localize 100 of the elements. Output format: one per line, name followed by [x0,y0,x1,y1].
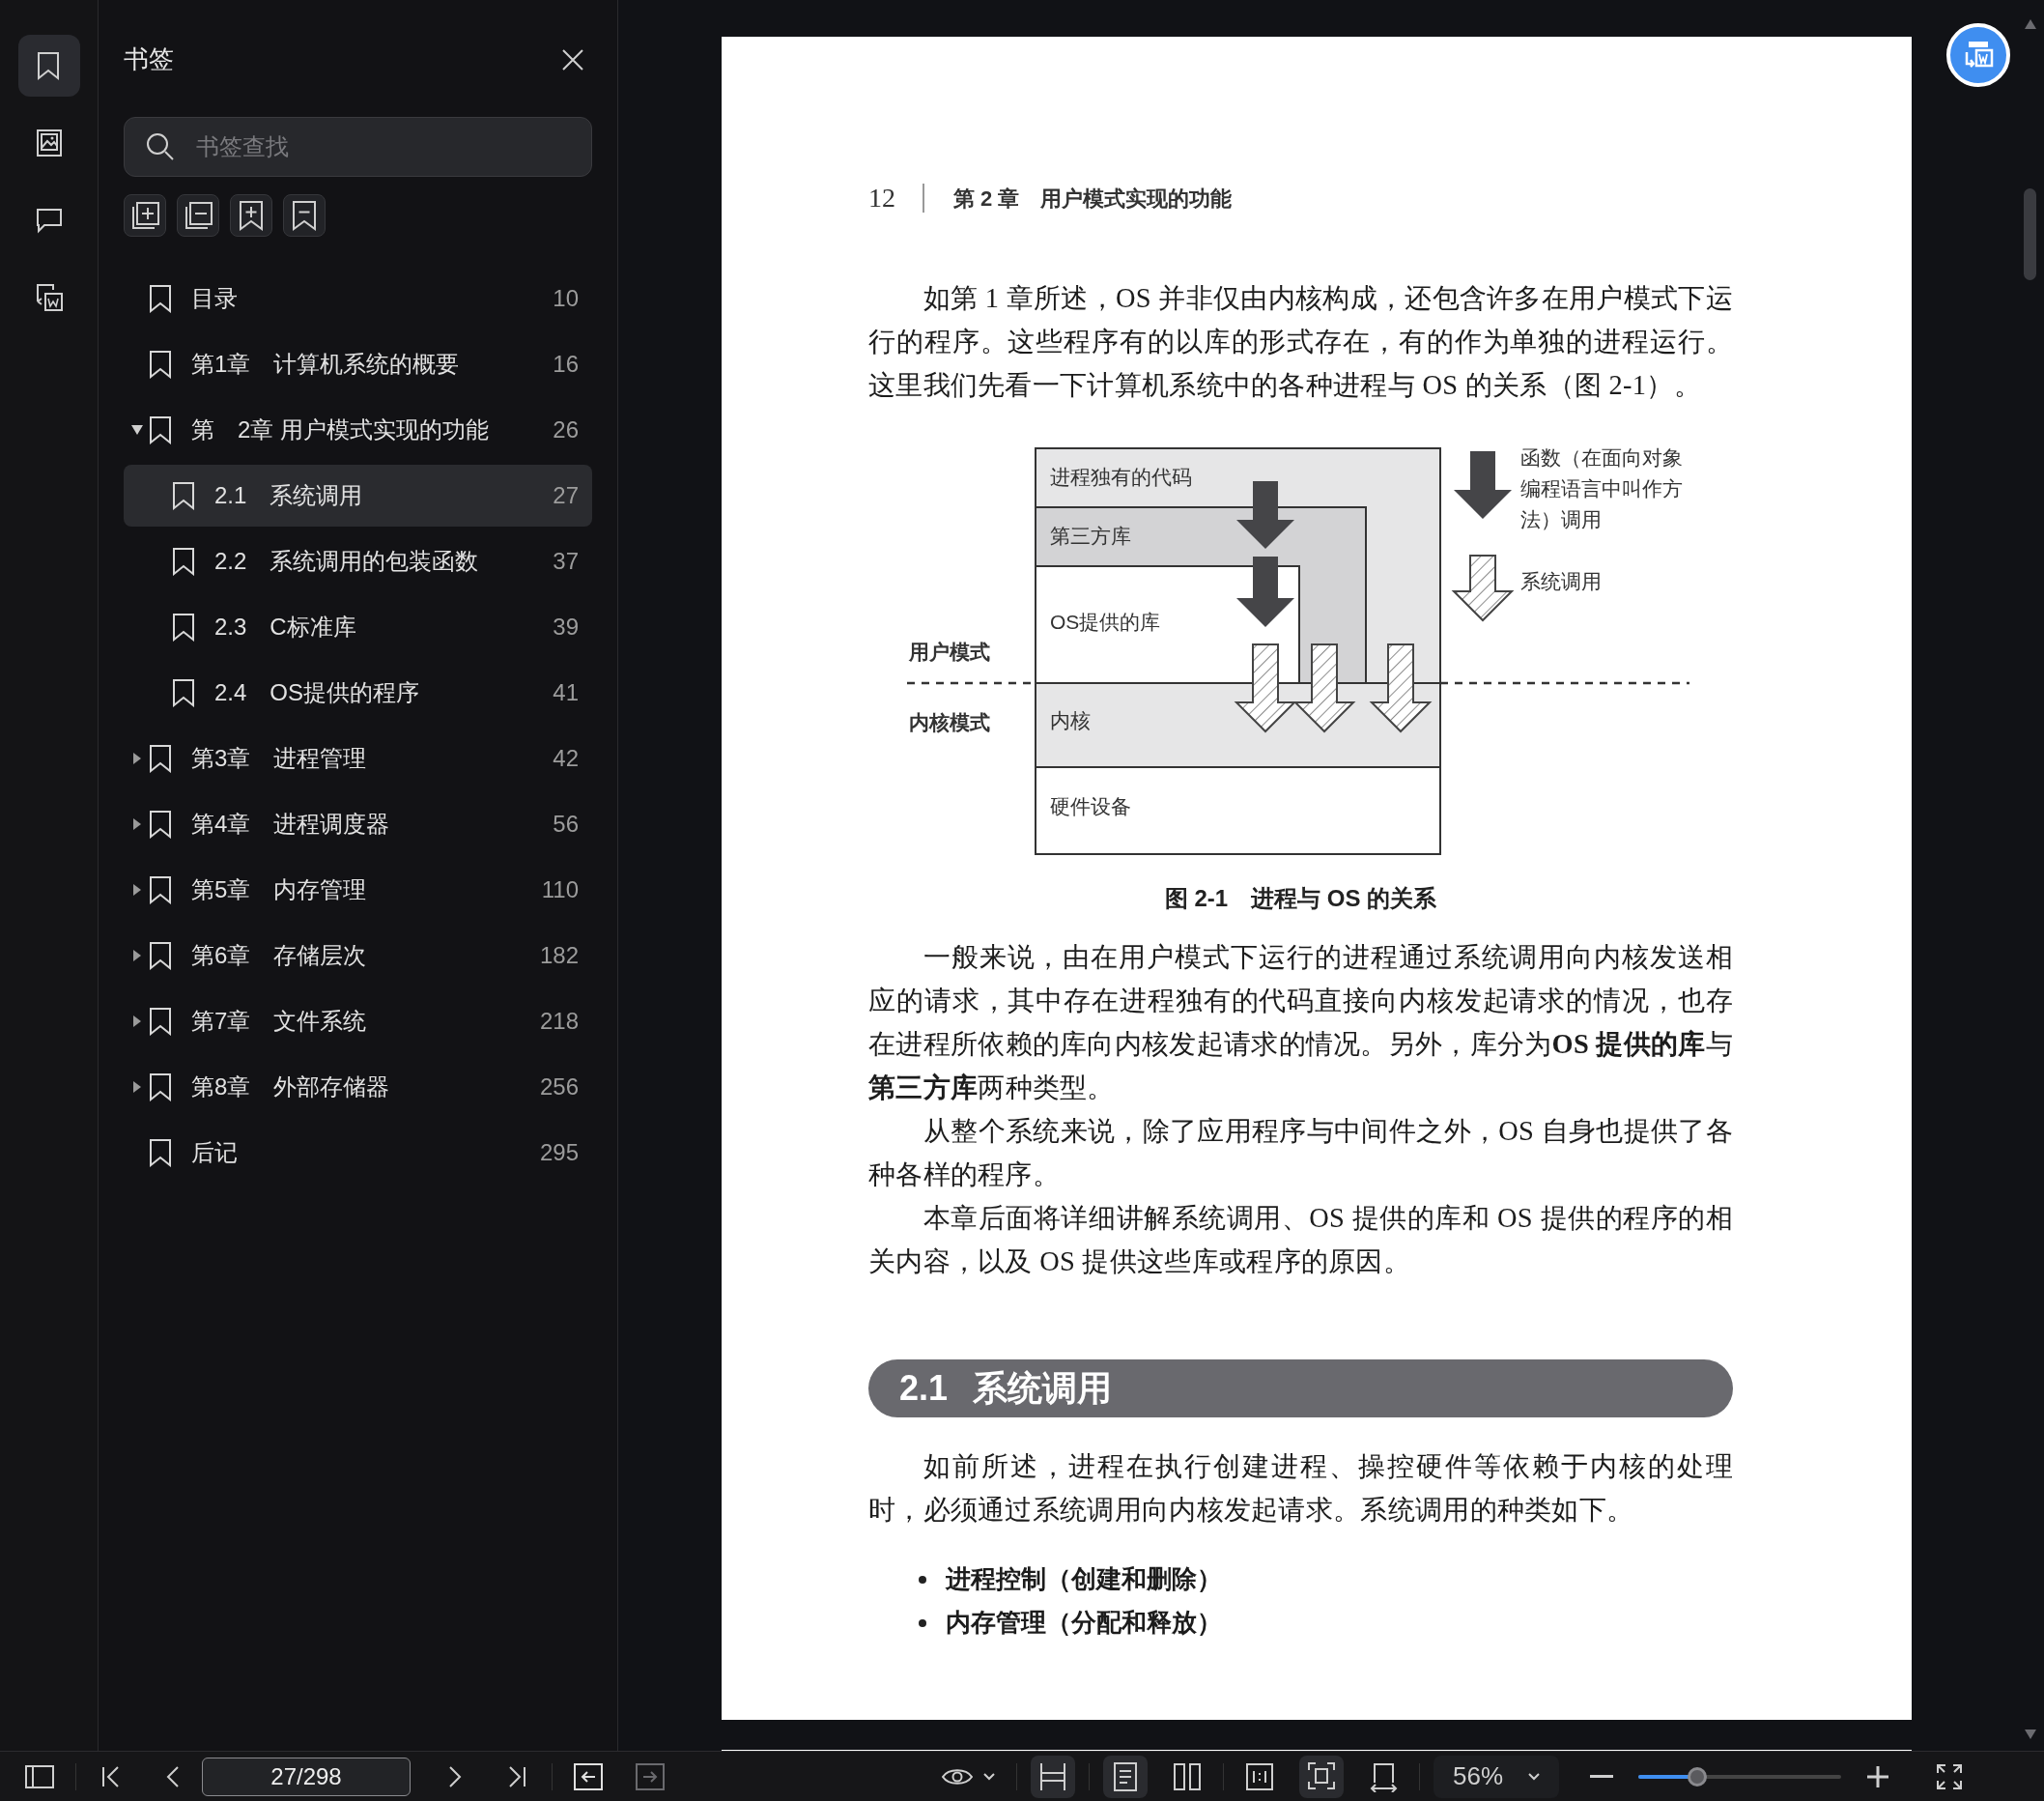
caret-right-icon[interactable] [133,753,141,764]
page-number: 110 [541,875,579,904]
bookmark-label: 后记 [191,1138,238,1167]
page-number: 42 [553,744,579,773]
bookmark-label: 第8章 外部存储器 [191,1072,390,1101]
layer-label: OS提供的库 [1050,610,1161,636]
bookmark-icon [149,415,172,444]
bookmark-item[interactable]: 第3章 进程管理 42 [124,728,592,789]
bookmark-icon [149,1072,172,1101]
bookmark-icon [149,1138,172,1167]
page-number: 10 [553,284,579,313]
bookmark-item[interactable]: 第1章 计算机系统的概要 16 [124,333,592,395]
back-icon [574,1762,603,1790]
function-call-arrow [1454,451,1512,519]
caret-down-icon[interactable] [131,425,143,435]
bookmark-item[interactable]: 第 2章 用户模式实现的功能 26 [124,399,592,461]
fullscreen-icon [1936,1762,1963,1790]
legend-label: 系统调用 [1520,569,1602,595]
bookmark-icon [172,678,195,707]
last-page-icon [507,1764,526,1788]
body-paragraph: 如第 1 章所述，OS 并非仅由内核构成，还包含许多在用户模式下运行的程序。这些程序有的以库的形式存在，有的作为单独的进程运行。这里我们先看一下计算机系统中的各种进程与 OS 的关系（图 2-1）。 [868,282,1733,402]
bookmark-item[interactable]: 第5章 内存管理 110 [124,859,592,921]
bookmark-icon [149,284,172,313]
layer-label: 第三方库 [1050,524,1131,550]
toolbar-button[interactable] [177,194,219,237]
body-paragraph: 从整个系统来说，除了应用程序与中间件之外，OS 自身也提供了各种各样的程序。 [868,1115,1733,1191]
bookmark-icon [172,613,195,642]
bookmark-item[interactable]: 第7章 文件系统 218 [124,990,592,1052]
bullet-item: 内存管理（分配和释放） [946,1607,1222,1639]
two-page-icon [1173,1760,1202,1792]
page-rotate-icon [1369,1760,1398,1792]
sidebar-icon [25,1764,54,1788]
scroll-down-icon[interactable] [2025,1730,2036,1739]
bookmark-item[interactable]: 2.3 C标准库 39 [124,596,592,658]
mode-label: 内核模式 [909,710,990,736]
bookmark-label: 2.4 OS提供的程序 [214,678,420,707]
toolbar-button[interactable] [230,194,272,237]
mode-label: 用户模式 [909,640,990,666]
search-icon [145,131,176,162]
minus-icon [1590,1774,1613,1779]
bookmark-item[interactable]: 第8章 外部存储器 256 [124,1056,592,1118]
bookmark-label: 第4章 进程调度器 [191,810,390,839]
system-call-arrow [1451,555,1515,622]
bullet-icon [919,1575,926,1584]
zoom-slider[interactable] [1638,1766,1841,1787]
bookmark-icon [149,810,172,839]
bookmark-item[interactable]: 第4章 进程调度器 56 [124,793,592,855]
bookmark-item[interactable]: 后记 295 [124,1122,592,1184]
page-number: 39 [553,613,579,642]
view-mode-button[interactable] [1299,1755,1344,1798]
section-title: 系统调用 [973,1367,1113,1410]
page-number: 37 [553,547,579,576]
chevron-left-icon [166,1764,180,1788]
actual-size-icon [1245,1760,1274,1792]
bookmark-icon [149,350,172,379]
single-page-icon [1111,1760,1140,1792]
bookmark-item[interactable]: 2.1 系统调用 27 [124,465,592,527]
page-number-field[interactable]: 27/298 [202,1757,411,1796]
caret-right-icon[interactable] [133,1015,141,1027]
page-number: 41 [553,678,579,707]
scroll-up-icon[interactable] [2025,19,2036,29]
page-number: 182 [539,941,579,970]
toolbar-button[interactable] [283,194,326,237]
sidebar-tab[interactable] [17,35,80,97]
caret-right-icon[interactable] [133,884,141,896]
view-mode-button[interactable] [1103,1755,1148,1798]
caret-right-icon[interactable] [133,818,141,830]
forward-icon [636,1762,665,1790]
bookmark-label: 第6章 存储层次 [191,941,367,970]
bullet-item: 进程控制（创建和删除） [946,1563,1222,1595]
zoom-dropdown[interactable]: 56% [1434,1755,1559,1798]
toolbar-button[interactable] [124,194,166,237]
caret-right-icon[interactable] [133,1081,141,1093]
document-convert-icon [34,282,64,313]
bullet-icon [919,1618,926,1627]
bookmark-icon [172,547,195,576]
fit-page-icon [1307,1760,1336,1792]
layer-label: 内核 [1050,708,1091,734]
bookmark-item[interactable]: 2.4 OS提供的程序 41 [124,662,592,724]
caret-right-icon[interactable] [133,950,141,961]
bookmark-icon [149,941,172,970]
figure-caption: 图 2-1 进程与 OS 的关系 [1164,884,1437,913]
function-call-arrow [1236,481,1294,549]
bookmark-label: 2.2 系统调用的包装函数 [214,547,479,576]
layer-label: 进程独有的代码 [1050,465,1192,491]
body-paragraph: 一般来说，由在用户模式下运行的进程通过系统调用向内核发送相应的请求，其中存在进程独有的代码直接向内核发起请求的情况，也存在进程所依赖的库向内核发起请求的情况。另外，库分为OS 提供的库与第三方库两种类型。 [868,941,1733,1104]
bookmark-item[interactable]: 第6章 存储层次 182 [124,925,592,986]
chevron-down-icon [983,1772,995,1781]
bookmark-icon [149,1007,172,1036]
page-number: 256 [539,1072,579,1101]
bookmark-label: 2.3 C标准库 [214,613,356,642]
slider-thumb[interactable] [1687,1766,1707,1787]
bookmark-label: 目录 [191,284,238,313]
scrollbar[interactable] [2024,188,2036,280]
page-number: 295 [539,1138,579,1167]
bookmark-item[interactable]: 2.2 系统调用的包装函数 37 [124,530,592,592]
search-field[interactable]: 书签查找 [124,117,592,177]
view-mode-button[interactable] [1031,1755,1075,1798]
layer-label: 硬件设备 [1050,794,1131,820]
bookmark-item[interactable]: 目录 10 [124,268,592,329]
